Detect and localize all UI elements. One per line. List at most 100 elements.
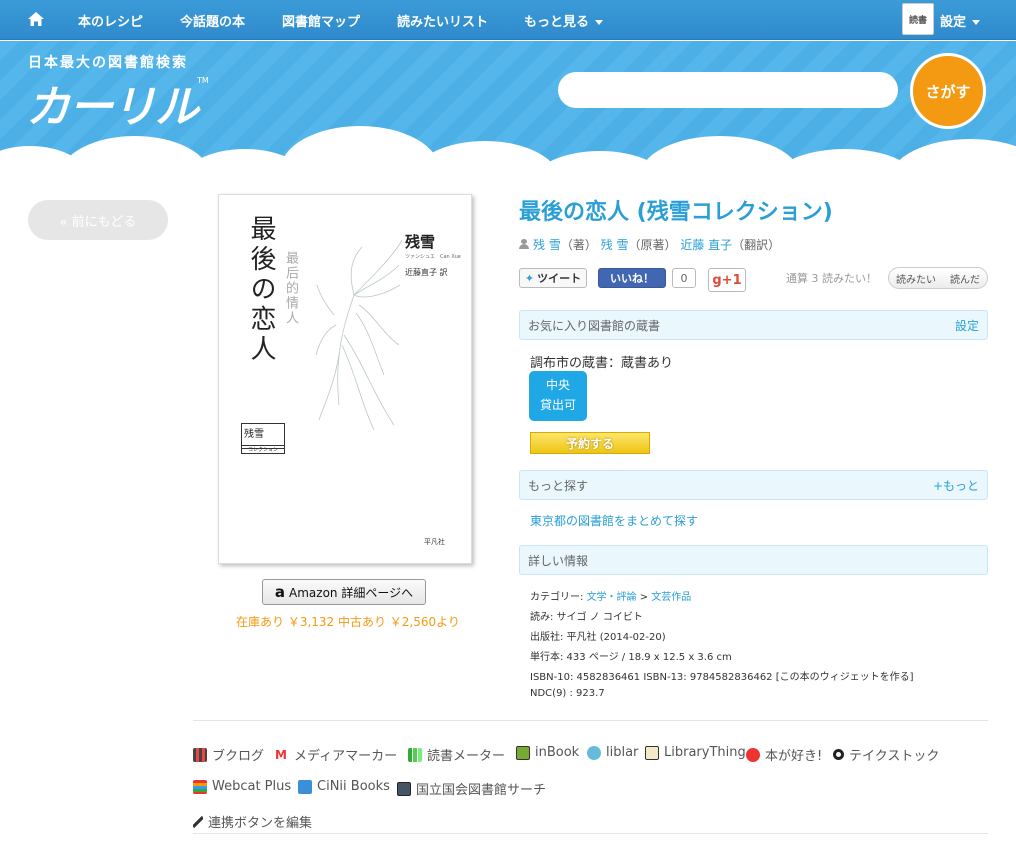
nav-more[interactable]: もっと見る — [524, 11, 604, 30]
holding-status: 調布市の蔵書：蔵書あり — [530, 356, 674, 371]
category-link[interactable]: 文学・評論 — [587, 592, 637, 603]
service-label: CiNii Books — [317, 779, 390, 794]
service-takestock[interactable]: テイクストック — [833, 745, 939, 764]
service-label: LibraryThing — [664, 745, 746, 760]
search-input[interactable] — [558, 72, 898, 108]
person-icon — [519, 239, 529, 249]
author-list: 残 雪（著） 残 雪（原著） 近藤 直子（翻訳） — [519, 236, 780, 253]
magnifier-icon — [833, 749, 844, 760]
author-role: （著） — [560, 238, 597, 252]
author-role: （翻訳） — [732, 238, 781, 252]
search-button[interactable]: さがす — [910, 53, 986, 129]
librarything-icon — [645, 745, 659, 760]
chevron-down-icon — [595, 20, 604, 25]
tweet-label: ツイート — [537, 272, 582, 285]
nav-recipe[interactable]: 本のレシピ — [78, 11, 143, 30]
back-button[interactable]: « 前にもどる — [28, 200, 168, 240]
like-count: 0 — [672, 268, 696, 288]
cover-series-sub: コレクション — [241, 445, 285, 454]
nav-library-map[interactable]: 図書館マップ — [282, 11, 360, 30]
service-liblar[interactable]: liblar — [587, 745, 638, 760]
facebook-like-label: いいね！ — [610, 272, 654, 285]
ndc-line: NDC(9) : 923.7 — [530, 688, 605, 699]
home-icon[interactable] — [26, 9, 46, 29]
header-hero: 日本最大の図書館検索 カーリル TM さがす — [0, 41, 1016, 180]
loan-status: 貸出可 — [539, 398, 576, 412]
trademark: TM — [197, 76, 209, 85]
bookmeter-icon — [408, 747, 422, 762]
service-label: Webcat Plus — [212, 779, 292, 794]
library-badge[interactable]: 中央 貸出可 — [529, 371, 587, 421]
author-link[interactable]: 近藤 直子 — [680, 238, 732, 252]
service-label: ブクログ — [212, 749, 265, 764]
branch-name: 中央 — [545, 378, 570, 392]
publisher-line: 出版社: 平凡社 (2014-02-20) — [530, 632, 666, 643]
category-label: カテゴリー: — [530, 592, 587, 603]
want-read-button[interactable]: 読みたい — [896, 271, 936, 286]
service-honzuki[interactable]: 本が好き! — [746, 745, 822, 764]
edit-services-link[interactable]: 連携ボタンを編集 — [193, 812, 312, 831]
nav-settings[interactable]: 設定 — [940, 11, 981, 30]
facebook-like-button[interactable]: いいね！ — [598, 268, 666, 288]
heart-icon — [746, 747, 760, 762]
tokyo-search-link[interactable]: 東京都の図書館をまとめて探す — [530, 512, 698, 529]
cover-author-roman: ツァンシュエ Can Xue — [405, 254, 461, 260]
category-link[interactable]: 文芸作品 — [651, 592, 691, 603]
read-toggle: 読みたい 読んだ — [888, 267, 988, 289]
nav-trending[interactable]: 今話題の本 — [180, 11, 245, 30]
service-bookmeter[interactable]: 読書メーター — [408, 745, 505, 764]
cover-translator: 近藤直子 訳 — [405, 268, 448, 277]
cover-publisher: 平凡社 — [424, 538, 445, 546]
avatar[interactable]: 読書 — [902, 3, 934, 35]
more-link[interactable]: +もっと — [933, 477, 979, 494]
cover-subtitle: 最后的情人 — [283, 251, 298, 326]
author-link[interactable]: 残 雪 — [601, 238, 629, 252]
service-inbook[interactable]: inBook — [516, 745, 579, 760]
service-label: liblar — [606, 745, 639, 760]
chevron-down-icon — [972, 20, 981, 25]
cinii-icon — [298, 779, 312, 794]
reserve-button[interactable]: 予約する — [530, 432, 650, 454]
inbook-icon — [516, 745, 530, 760]
phoenix-illustration — [315, 239, 403, 431]
section-title: 詳しい情報 — [528, 553, 589, 568]
tagline: 日本最大の図書館検索 — [28, 55, 188, 71]
book-title: 最後の恋人 (残雪コレクション) — [519, 200, 833, 225]
service-ndl[interactable]: 国立国会図書館サーチ — [397, 779, 546, 798]
service-label: 国立国会図書館サーチ — [416, 783, 547, 798]
format-line: 単行本: 433 ページ / 18.9 x 12.5 x 3.6 cm — [530, 652, 732, 663]
fav-settings-link[interactable]: 設定 — [955, 317, 979, 334]
section-title: もっと探す — [528, 478, 589, 493]
want-count: 通算 3 読みたい！ — [786, 272, 877, 285]
book-cover[interactable]: 最後の恋人 最后的情人 残雪 ツァンシュエ Can Xue 近藤直子 訳 残雪 … — [218, 194, 472, 564]
author-link[interactable]: 残 雪 — [533, 238, 561, 252]
ndl-icon — [397, 781, 411, 796]
service-webcat[interactable]: Webcat Plus — [193, 779, 291, 794]
amazon-button-label: Amazon 詳細ページへ — [289, 585, 414, 600]
author-role: （原著） — [628, 238, 677, 252]
divider — [193, 720, 988, 721]
nav-want-list[interactable]: 読みたいリスト — [397, 11, 488, 30]
category-line: カテゴリー: 文学・評論 > 文芸作品 — [530, 588, 691, 603]
service-label: テイクストック — [849, 749, 940, 764]
gplus-button[interactable]: g+1 — [708, 268, 746, 292]
top-nav: 本のレシピ 今話題の本 図書館マップ 読みたいリスト もっと見る 読書 設定 — [0, 0, 1016, 40]
isbn-line: ISBN-10: 4582836461 ISBN-13: 97845828364… — [530, 672, 914, 683]
amazon-icon: a — [274, 583, 286, 601]
have-read-button[interactable]: 読んだ — [950, 271, 980, 286]
webcat-icon — [193, 779, 207, 794]
tweet-button[interactable]: ✦ ツイート — [519, 268, 587, 288]
wrench-icon — [193, 815, 203, 828]
cover-title: 最後の恋人 — [246, 215, 276, 365]
service-booklog[interactable]: ブクログ — [193, 745, 264, 764]
service-label: メディアマーカー — [294, 749, 398, 764]
stock-info[interactable]: 在庫あり ￥3,132 中古あり ￥2,560より — [236, 613, 460, 630]
logo[interactable]: カーリル — [26, 71, 199, 135]
service-librarything[interactable]: LibraryThing — [645, 745, 746, 760]
amazon-button[interactable]: a Amazon 詳細ページへ — [262, 579, 426, 605]
service-cinii[interactable]: CiNii Books — [298, 779, 390, 794]
nav-settings-label: 設定 — [940, 15, 967, 30]
service-label: 読書メーター — [427, 749, 506, 764]
reading-line: 読み: サイゴ ノ コイビト — [530, 612, 643, 623]
service-mediamarker[interactable]: M メディアマーカー — [275, 745, 397, 764]
